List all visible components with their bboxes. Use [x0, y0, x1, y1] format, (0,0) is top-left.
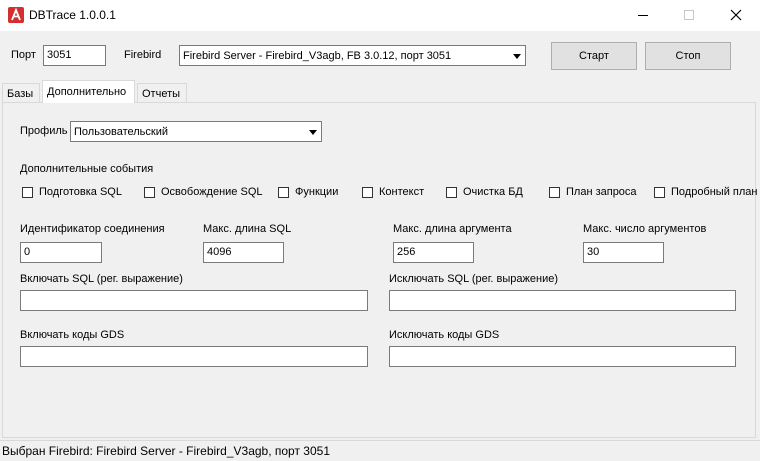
checkbox-box[interactable] [278, 186, 289, 198]
status-text: Выбран Firebird: Firebird Server - Fireb… [2, 444, 330, 458]
checkbox-label: Подробный план [671, 186, 758, 198]
title-bar: DBTrace 1.0.0.1 [0, 0, 760, 31]
status-bar: Выбран Firebird: Firebird Server - Fireb… [0, 440, 760, 461]
tab-additional[interactable]: Дополнительно [42, 80, 135, 103]
checkbox-query-plan[interactable]: План запроса [549, 186, 637, 198]
include-sql-label: Включать SQL (рег. выражение) [20, 273, 183, 285]
exclude-sql-label: Исключать SQL (рег. выражение) [389, 273, 559, 285]
max-args-label: Макс. число аргументов [583, 223, 707, 235]
port-input[interactable]: 3051 [43, 45, 106, 66]
exclude-gds-label: Исключать коды GDS [389, 329, 500, 341]
max-sql-length-input[interactable]: 4096 [203, 242, 284, 263]
chevron-down-icon [309, 130, 317, 135]
connection-id-label: Идентификатор соединения [20, 223, 165, 235]
minimize-button[interactable] [620, 0, 666, 30]
checkbox-box[interactable] [22, 186, 33, 198]
profile-select[interactable]: Пользовательский [70, 121, 322, 142]
checkbox-label: Подготовка SQL [39, 186, 122, 198]
stop-button[interactable]: Стоп [645, 42, 731, 70]
profile-select-value: Пользовательский [74, 126, 168, 138]
checkbox-free-sql[interactable]: Освобождение SQL [144, 186, 263, 198]
firebird-select[interactable]: Firebird Server - Firebird_V3agb, FB 3.0… [179, 45, 526, 66]
checkbox-box[interactable] [549, 186, 560, 198]
tab-reports[interactable]: Отчеты [137, 83, 187, 102]
max-arg-length-label: Макс. длина аргумента [393, 223, 512, 235]
start-button[interactable]: Старт [551, 42, 637, 70]
checkbox-label: Освобождение SQL [161, 186, 263, 198]
exclude-gds-input[interactable] [389, 346, 736, 367]
minimize-icon [638, 15, 648, 16]
firebird-label: Firebird [124, 49, 162, 61]
connection-id-input[interactable]: 0 [20, 242, 102, 263]
checkbox-box[interactable] [446, 186, 457, 198]
app-logo-icon [8, 7, 24, 23]
checkbox-label: Функции [295, 186, 339, 198]
checkbox-label: План запроса [566, 186, 637, 198]
checkbox-functions[interactable]: Функции [278, 186, 338, 198]
include-gds-input[interactable] [20, 346, 368, 367]
checkbox-prepare-sql[interactable]: Подготовка SQL [22, 186, 122, 198]
checkbox-box[interactable] [654, 186, 665, 198]
max-sql-length-label: Макс. длина SQL [203, 223, 292, 235]
max-arg-length-input[interactable]: 256 [393, 242, 474, 263]
checkbox-context[interactable]: Контекст [362, 186, 424, 198]
window-title: DBTrace 1.0.0.1 [29, 8, 116, 22]
tab-panel [2, 102, 756, 438]
include-gds-label: Включать коды GDS [20, 329, 125, 341]
exclude-sql-input[interactable] [389, 290, 736, 311]
port-label: Порт [11, 49, 36, 61]
checkbox-label: Контекст [379, 186, 425, 198]
checkbox-sweep[interactable]: Очистка БД [446, 186, 523, 198]
chevron-down-icon [513, 54, 521, 59]
close-button[interactable] [713, 0, 759, 30]
checkbox-box[interactable] [362, 186, 373, 198]
firebird-select-value: Firebird Server - Firebird_V3agb, FB 3.0… [183, 50, 452, 62]
tab-databases[interactable]: Базы [2, 83, 40, 102]
close-icon [730, 9, 742, 21]
maximize-icon [684, 10, 694, 20]
checkbox-box[interactable] [144, 186, 155, 198]
profile-label: Профиль [20, 125, 68, 137]
max-args-input[interactable]: 30 [583, 242, 664, 263]
maximize-button[interactable] [666, 0, 712, 30]
checkbox-detailed-plan[interactable]: Подробный план [654, 186, 758, 198]
checkbox-label: Очистка БД [463, 186, 523, 198]
include-sql-input[interactable] [20, 290, 368, 311]
extra-events-label: Дополнительные события [20, 163, 154, 175]
